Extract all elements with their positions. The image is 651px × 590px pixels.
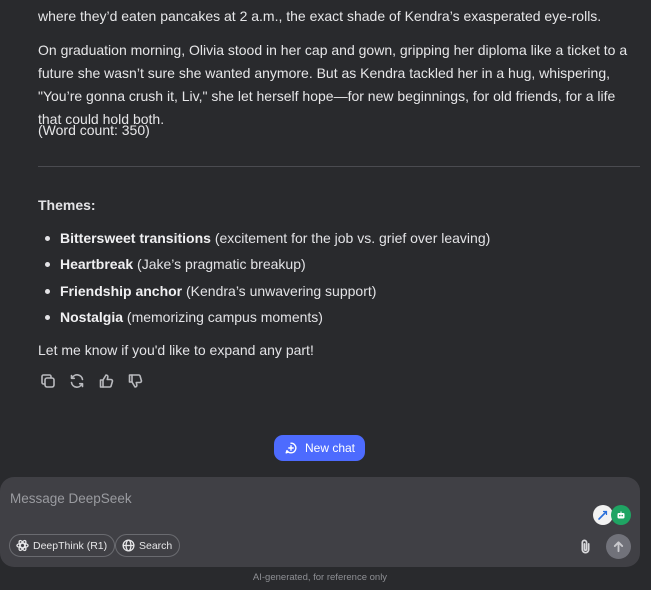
search-toggle[interactable]: Search xyxy=(115,534,181,557)
theme-title: Heartbreak xyxy=(60,256,134,273)
arrow-up-icon xyxy=(613,541,624,553)
globe-icon xyxy=(122,539,135,552)
list-item: Bittersweet transitions (excitement for … xyxy=(38,227,490,253)
story-paragraph: where they’d eaten pancakes at 2 a.m., t… xyxy=(38,8,602,24)
atom-icon xyxy=(16,539,29,552)
message-input[interactable] xyxy=(10,487,570,509)
new-chat-button[interactable]: New chat xyxy=(274,435,365,461)
theme-detail: (Kendra’s unwavering support) xyxy=(182,282,377,299)
send-button[interactable] xyxy=(606,534,631,559)
disclaimer-text: AI-generated, for reference only xyxy=(252,572,388,583)
thumbs-up-icon xyxy=(99,373,113,388)
message-composer: DeepThink (R1) Search xyxy=(0,477,640,567)
paperclip-icon xyxy=(580,539,590,553)
themes-heading: Themes: xyxy=(38,197,96,213)
list-item: Nostalgia (memorizing campus moments) xyxy=(38,306,490,332)
search-label: Search xyxy=(139,539,173,552)
new-chat-icon xyxy=(285,442,297,454)
theme-detail: (excitement for the job vs. grief over l… xyxy=(210,230,491,246)
edge-extension-icon[interactable] xyxy=(593,505,613,525)
copy-icon xyxy=(40,373,55,388)
themes-list: Bittersweet transitions (excitement for … xyxy=(38,227,490,332)
deepthink-toggle[interactable]: DeepThink (R1) xyxy=(9,534,116,557)
bot-extension-icon[interactable] xyxy=(611,505,631,525)
thumbs-up-button[interactable] xyxy=(96,371,115,390)
theme-detail: (Jake’s pragmatic breakup) xyxy=(133,256,306,273)
theme-title: Bittersweet transitions xyxy=(60,230,211,246)
story-paragraph-graduation: On graduation morning, Olivia stood in h… xyxy=(38,42,628,127)
list-item: Heartbreak (Jake’s pragmatic breakup) xyxy=(38,253,490,279)
extension-icons xyxy=(593,505,631,525)
copy-button[interactable] xyxy=(38,371,57,390)
theme-title: Friendship anchor xyxy=(60,282,183,299)
regenerate-button[interactable] xyxy=(67,371,86,390)
list-item: Friendship anchor (Kendra’s unwavering s… xyxy=(38,280,490,306)
thumbs-down-button[interactable] xyxy=(125,371,144,390)
message-actions xyxy=(38,371,144,390)
deepthink-label: DeepThink (R1) xyxy=(33,539,108,552)
word-count: (Word count: 350) xyxy=(38,122,150,138)
theme-detail: (memorizing campus moments) xyxy=(123,308,323,325)
closing-text: Let me know if you'd like to expand any … xyxy=(38,342,314,358)
thumbs-down-icon xyxy=(128,373,142,388)
attach-button[interactable] xyxy=(574,535,596,557)
theme-title: Nostalgia xyxy=(60,308,124,325)
regenerate-icon xyxy=(70,373,83,388)
new-chat-label: New chat xyxy=(304,441,356,455)
divider xyxy=(38,166,640,167)
